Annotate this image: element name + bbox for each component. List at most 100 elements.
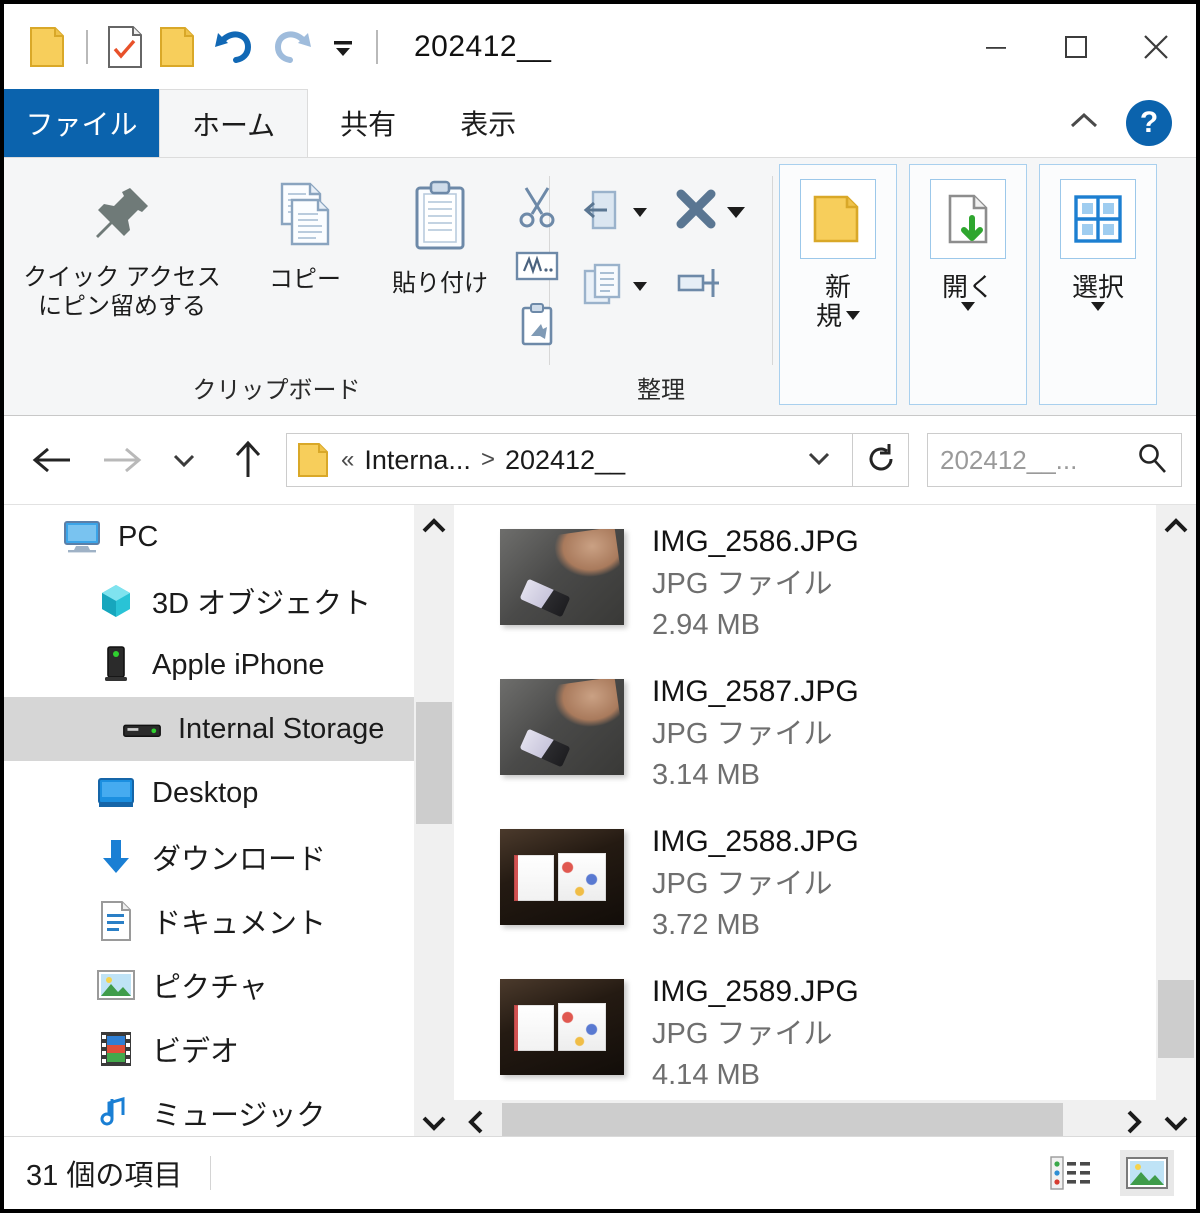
file-type: JPG ファイル xyxy=(652,717,833,750)
sidebar-item-label: ダウンロード xyxy=(152,844,327,876)
forward-button[interactable] xyxy=(96,434,148,486)
view-mode-buttons xyxy=(1044,1150,1174,1196)
file-name: IMG_2588.JPG xyxy=(652,825,859,858)
redo-icon[interactable] xyxy=(270,25,314,69)
new-button[interactable]: 新 規 xyxy=(779,164,897,405)
scroll-track[interactable] xyxy=(414,547,454,1102)
address-bar: « Interna... > 202412__ 202412__... xyxy=(4,416,1196,504)
properties-icon[interactable] xyxy=(106,25,144,69)
sidebar-item-music[interactable]: ミュージック xyxy=(4,1081,414,1144)
copy-to-icon xyxy=(577,261,629,312)
music-icon xyxy=(96,1095,136,1131)
sidebar-item-pictures[interactable]: ピクチャ xyxy=(4,953,414,1017)
sidebar-item-pc[interactable]: PC xyxy=(4,505,414,569)
navigation-pane: PC 3D オブジェクト Apple iPhone Internal Stora… xyxy=(4,505,414,1144)
list-item[interactable]: IMG_2588.JPG JPG ファイル 3.72 MB xyxy=(500,815,1156,965)
ribbon-group-organize: 整理 xyxy=(550,158,772,415)
delete-icon xyxy=(673,188,723,237)
back-button[interactable] xyxy=(26,434,78,486)
sidebar-item-videos[interactable]: ビデオ xyxy=(4,1017,414,1081)
scroll-thumb[interactable] xyxy=(1158,979,1194,1058)
select-button[interactable]: 選択 xyxy=(1039,164,1157,405)
ribbon-tab-actions: ? xyxy=(1064,89,1196,157)
collapse-ribbon-icon[interactable] xyxy=(1064,106,1104,141)
open-button[interactable]: 開く xyxy=(909,164,1027,405)
rename-button[interactable] xyxy=(669,259,749,312)
new-caret-icon[interactable] xyxy=(846,311,860,321)
list-item[interactable]: IMG_2586.JPG JPG ファイル 2.94 MB xyxy=(500,515,1156,665)
help-button[interactable]: ? xyxy=(1126,100,1172,146)
copy-to-button[interactable] xyxy=(573,257,651,316)
navigation-pane-scrollbar[interactable] xyxy=(414,505,454,1144)
breadcrumb-overflow[interactable]: « xyxy=(331,446,364,474)
up-button[interactable] xyxy=(222,434,274,486)
sidebar-item-label: Apple iPhone xyxy=(152,648,325,681)
close-button[interactable] xyxy=(1116,4,1196,89)
paste-label: 貼り付け xyxy=(392,270,488,297)
file-thumbnail xyxy=(500,979,624,1075)
file-list-pane[interactable]: IMG_2586.JPG JPG ファイル 2.94 MB IMG_2587.J… xyxy=(454,505,1156,1144)
scroll-up-button[interactable] xyxy=(414,505,454,547)
rename-icon xyxy=(673,263,729,308)
search-input[interactable]: 202412__... xyxy=(927,433,1182,487)
file-pane-scrollbar[interactable] xyxy=(1156,505,1196,1144)
undo-icon[interactable] xyxy=(212,25,256,69)
new-label-line1: 新 xyxy=(824,272,851,302)
delete-caret-icon[interactable] xyxy=(727,207,745,218)
explorer-body: PC 3D オブジェクト Apple iPhone Internal Stora… xyxy=(4,504,1196,1144)
maximize-button[interactable] xyxy=(1036,4,1116,89)
copy-button[interactable]: コピー xyxy=(240,172,370,300)
tab-share[interactable]: 共有 xyxy=(308,89,428,157)
sidebar-item-apple-iphone[interactable]: Apple iPhone xyxy=(4,633,414,697)
new-folder-icon[interactable] xyxy=(158,26,198,68)
open-caret-icon[interactable] xyxy=(960,301,975,311)
drive-icon xyxy=(122,717,162,741)
move-to-caret-icon[interactable] xyxy=(633,208,647,217)
file-thumbnail xyxy=(500,829,624,925)
sidebar-item-desktop[interactable]: Desktop xyxy=(4,761,414,825)
scroll-track[interactable] xyxy=(1156,547,1196,1102)
tab-file[interactable]: ファイル xyxy=(4,89,159,157)
customize-chevron-icon[interactable] xyxy=(328,32,358,62)
sidebar-item-downloads[interactable]: ダウンロード xyxy=(4,825,414,889)
file-name: IMG_2589.JPG xyxy=(652,975,859,1008)
breadcrumb-separator: > xyxy=(480,446,495,473)
breadcrumb[interactable]: « Interna... > 202412__ xyxy=(286,433,853,487)
recent-locations-button[interactable] xyxy=(158,434,210,486)
paste-button[interactable]: 貼り付け xyxy=(370,172,510,304)
details-view-button[interactable] xyxy=(1044,1150,1098,1196)
minimize-button[interactable] xyxy=(956,4,1036,89)
pin-to-quick-access-button[interactable]: クイック アクセス にピン留めする xyxy=(4,172,240,328)
list-item[interactable]: IMG_2587.JPG JPG ファイル 3.14 MB xyxy=(500,665,1156,815)
copy-to-caret-icon[interactable] xyxy=(633,282,647,291)
large-icons-view-button[interactable] xyxy=(1120,1150,1174,1196)
sidebar-item-internal-storage[interactable]: Internal Storage xyxy=(4,697,414,761)
file-thumbnail xyxy=(500,679,624,775)
status-separator xyxy=(210,1156,212,1190)
sidebar-item-3d-objects[interactable]: 3D オブジェクト xyxy=(4,569,414,633)
folder-icon[interactable] xyxy=(28,26,68,68)
refresh-button[interactable] xyxy=(853,433,909,487)
search-icon[interactable] xyxy=(1135,441,1169,480)
breadcrumb-item-current[interactable]: 202412__ xyxy=(505,445,625,476)
select-caret-icon[interactable] xyxy=(1090,301,1105,311)
breadcrumb-item-internal[interactable]: Interna... xyxy=(364,445,471,476)
select-label: 選択 xyxy=(1071,272,1124,302)
breadcrumb-dropdown-icon[interactable] xyxy=(792,447,846,474)
scroll-thumb[interactable] xyxy=(416,702,452,825)
delete-button[interactable] xyxy=(669,184,749,241)
file-size: 2.94 MB xyxy=(652,608,760,641)
sidebar-item-label: ビデオ xyxy=(152,1036,240,1068)
window-controls xyxy=(956,4,1196,89)
phone-device-icon xyxy=(96,645,136,685)
move-to-button[interactable] xyxy=(573,184,651,241)
sidebar-item-documents[interactable]: ドキュメント xyxy=(4,889,414,953)
tab-view[interactable]: 表示 xyxy=(428,89,548,157)
scroll-up-button[interactable] xyxy=(1156,505,1196,547)
tab-home[interactable]: ホーム xyxy=(159,89,309,157)
file-name: IMG_2587.JPG xyxy=(652,675,859,708)
pin-label-line2: にピン留めする xyxy=(38,293,206,321)
select-grid-icon xyxy=(1060,179,1136,259)
list-item[interactable]: IMG_2589.JPG JPG ファイル 4.14 MB xyxy=(500,965,1156,1115)
sidebar-item-label: ドキュメント xyxy=(152,908,327,940)
